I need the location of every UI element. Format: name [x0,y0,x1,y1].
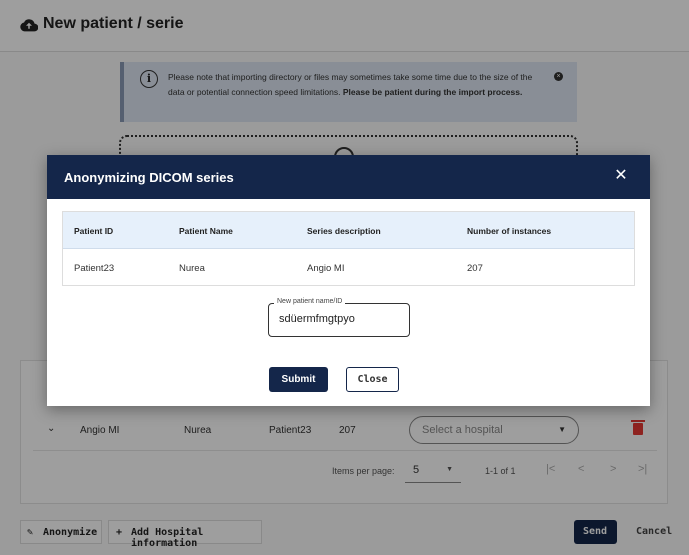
column-header: Patient Name [179,226,233,236]
close-button[interactable]: Close [346,367,399,392]
table-cell: 207 [467,263,483,274]
table-cell: Nurea [179,263,205,274]
submit-button[interactable]: Submit [269,367,328,392]
dialog-table-header: Patient ID Patient Name Series descripti… [63,212,634,249]
new-patient-name-field[interactable]: New patient name/ID sdüermfmgtpyo [268,298,410,337]
field-label: New patient name/ID [274,298,346,305]
table-cell: Angio MI [307,263,345,274]
column-header: Patient ID [74,226,114,236]
anonymize-dialog: Anonymizing DICOM series ✕ Patient ID Pa… [47,155,650,406]
column-header: Series description [307,226,381,236]
dialog-table: Patient ID Patient Name Series descripti… [62,211,635,286]
column-header: Number of instances [467,226,552,236]
dialog-header: Anonymizing DICOM series ✕ [47,155,650,199]
close-icon[interactable]: ✕ [612,167,630,185]
table-cell: Patient23 [74,263,115,274]
field-value[interactable]: sdüermfmgtpyo [279,313,355,325]
dialog-title: Anonymizing DICOM series [64,170,234,185]
